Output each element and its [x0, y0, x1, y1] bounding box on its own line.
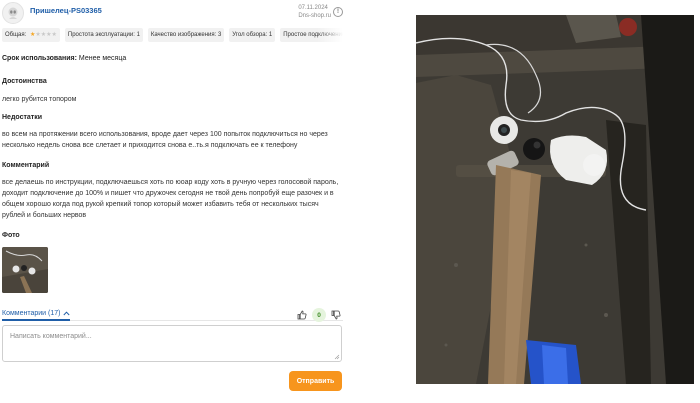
comments-toggle-label: Комментарии (17)	[2, 310, 61, 317]
alien-avatar-icon[interactable]	[2, 2, 24, 24]
thumb-up-icon[interactable]	[297, 310, 307, 320]
tags-fade	[317, 28, 343, 42]
cons-text: во всем на протяжении всего использовани…	[2, 131, 328, 149]
review-date: 07.11.2024	[298, 5, 328, 11]
tag-overall: Общая: ★★★★★	[2, 28, 60, 42]
username-link[interactable]: Пришелец-PS03365	[30, 6, 102, 15]
review-source: Dns-shop.ru	[298, 13, 331, 19]
review-photo-large[interactable]	[416, 15, 694, 384]
comments-toggle[interactable]: Комментарии (17)	[2, 310, 71, 317]
chevron-up-icon	[63, 311, 71, 316]
review-photo-illustration	[416, 15, 694, 384]
vote-count-badge: 0	[312, 308, 326, 322]
comment-input[interactable]	[2, 325, 342, 362]
info-icon[interactable]: !	[333, 7, 343, 17]
review-header: Пришелец-PS03365 07.11.2024 Dns-shop.ru …	[2, 2, 345, 24]
review-meta: 07.11.2024 Dns-shop.ru	[298, 4, 331, 20]
thumb-down-icon[interactable]	[331, 310, 341, 320]
review-card: Пришелец-PS03365 07.11.2024 Dns-shop.ru …	[0, 0, 345, 403]
tag-ease-of-use: Простота эксплуатации: 1	[64, 28, 143, 42]
rating-tags: Общая: ★★★★★ Простота эксплуатации: 1 Ка…	[2, 28, 343, 42]
usage-label: Срок использования:	[2, 55, 77, 62]
submit-button[interactable]: Отправить	[289, 371, 342, 391]
comment-text: все делаешь по инструкции, подключаешься…	[2, 179, 339, 219]
tag-view-angle: Угол обзора: 1	[229, 28, 276, 42]
comment-title: Комментарий	[2, 162, 50, 169]
tag-image-quality: Качество изображения: 3	[147, 28, 225, 42]
vote-controls: 0	[297, 308, 341, 322]
star-rating: ★★★★★	[30, 28, 57, 42]
usage-value: Менее месяца	[78, 55, 127, 62]
photo-thumbnail[interactable]	[2, 247, 48, 293]
star-icon: ★	[51, 32, 57, 38]
photo-title: Фото	[2, 232, 20, 239]
pros-text: легко рубится топором	[2, 96, 77, 103]
tag-overall-label: Общая:	[5, 32, 27, 38]
comments-active-indicator	[2, 319, 70, 321]
usage-period: Срок использования: Менее месяца	[2, 55, 126, 62]
pros-title: Достоинства	[2, 78, 47, 85]
cons-title: Недостатки	[2, 114, 43, 121]
